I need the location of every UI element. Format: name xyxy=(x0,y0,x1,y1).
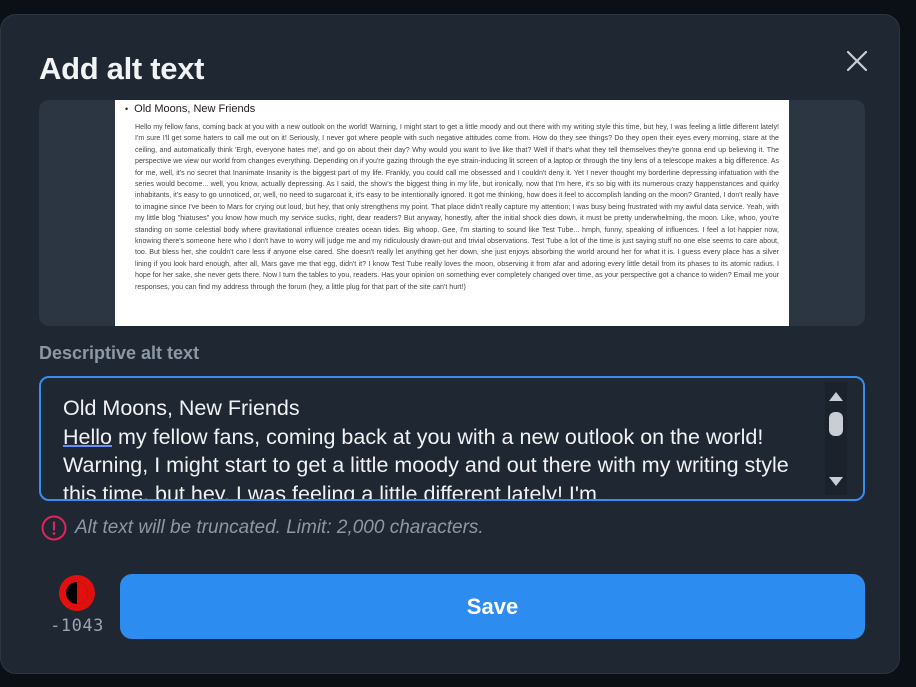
save-button[interactable]: Save xyxy=(120,574,865,639)
image-preview: • Old Moons, New Friends Hello my fellow … xyxy=(39,100,865,326)
scroll-down-arrow-icon[interactable] xyxy=(829,477,843,486)
counter-value: -1043 xyxy=(50,616,104,636)
preview-body-text: Hello my fellow fans, coming back at you… xyxy=(135,123,779,291)
close-icon xyxy=(846,50,868,72)
spellcheck-word: Hello xyxy=(63,424,112,449)
truncation-warning: Alt text will be truncated. Limit: 2,000… xyxy=(41,515,484,541)
alt-text-rest: my fellow fans, coming back at you with … xyxy=(63,424,795,501)
warning-text: Alt text will be truncated. Limit: 2,000… xyxy=(75,517,484,538)
info-circle-icon xyxy=(41,515,67,541)
scroll-up-arrow-icon[interactable] xyxy=(829,392,843,401)
alt-text-value[interactable]: Old Moons, New Friends Hello my fellow f… xyxy=(63,394,823,501)
alt-text-input[interactable]: Old Moons, New Friends Hello my fellow f… xyxy=(39,376,865,501)
character-counter: -1043 xyxy=(47,573,107,636)
add-alt-text-dialog: Add alt text • Old Moons, New Friends Hel… xyxy=(0,14,900,674)
close-button[interactable] xyxy=(839,43,875,79)
preview-image: • Old Moons, New Friends Hello my fellow … xyxy=(115,100,789,326)
preview-heading-text: Old Moons, New Friends xyxy=(134,103,256,115)
preview-heading: • Old Moons, New Friends xyxy=(125,103,256,115)
alt-text-label: Descriptive alt text xyxy=(39,343,200,363)
textarea-scrollbar[interactable] xyxy=(825,382,847,495)
alt-text-line1: Old Moons, New Friends xyxy=(63,396,300,420)
dialog-title: Add alt text xyxy=(39,51,205,86)
progress-ring-icon xyxy=(59,575,95,611)
scroll-thumb[interactable] xyxy=(829,412,843,436)
